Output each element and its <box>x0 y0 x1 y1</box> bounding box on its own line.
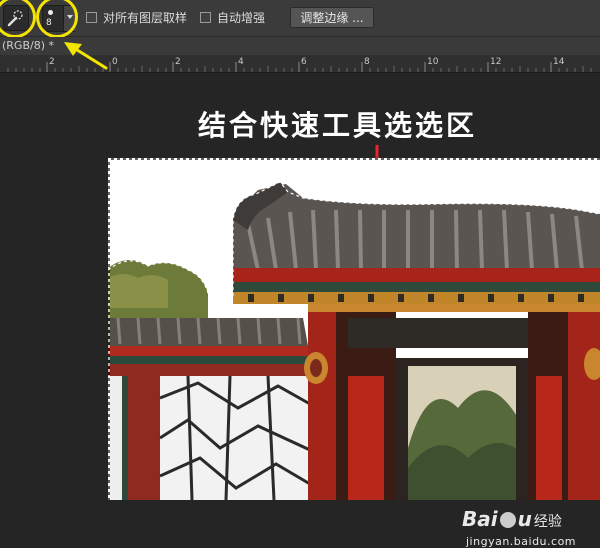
brush-size-value: 8 <box>46 18 52 28</box>
ruler-label: 14 <box>553 57 565 67</box>
ruler-label: 6 <box>301 57 307 67</box>
baidu-watermark: Bai u 经验 jingyan.baidu.com <box>462 507 576 548</box>
auto-enhance-label: 自动增强 <box>217 10 266 25</box>
watermark-logo: Bai u <box>462 507 532 531</box>
refine-edge-button[interactable]: 调整边缘 ... <box>290 7 374 28</box>
ruler-label: 12 <box>490 57 501 67</box>
selection-marquee <box>108 158 600 500</box>
options-bar: 8 对所有图层取样 自动增强 调整边缘 ... <box>0 0 600 38</box>
brush-tip-icon <box>48 10 53 15</box>
brush-size-picker[interactable]: 8 <box>42 5 76 32</box>
chevron-down-icon <box>67 15 73 19</box>
document-tab[interactable]: (RGB/8) * <box>0 37 62 55</box>
ruler-label: 8 <box>364 57 370 67</box>
sample-all-layers-option[interactable]: 对所有图层取样 <box>86 9 187 25</box>
sample-all-layers-label: 对所有图层取样 <box>103 10 188 25</box>
paw-icon <box>499 512 516 528</box>
annotation-arrow-yellow <box>64 42 108 70</box>
sample-all-layers-checkbox[interactable] <box>86 11 97 23</box>
canvas-caption: 结合快速工具选选区 <box>197 109 477 142</box>
ruler-label: 2 <box>175 57 181 67</box>
ruler-label: 4 <box>238 57 244 67</box>
auto-enhance-option[interactable]: 自动增强 <box>200 9 265 25</box>
tool-preset-picker[interactable] <box>3 5 29 31</box>
watermark-url: jingyan.baidu.com <box>466 535 577 548</box>
ruler-label: 2 <box>49 57 55 67</box>
ruler-label: 0 <box>112 57 118 67</box>
watermark-brand: 经验 <box>533 514 562 530</box>
auto-enhance-checkbox[interactable] <box>200 11 211 23</box>
brush-dropdown-button[interactable] <box>63 6 76 31</box>
ruler-label: 10 <box>427 57 439 67</box>
quick-selection-brush-icon <box>7 10 23 27</box>
document-canvas[interactable]: 结合快速工具选选区 Bai u 经验 jingyan.baidu.com <box>0 73 600 548</box>
